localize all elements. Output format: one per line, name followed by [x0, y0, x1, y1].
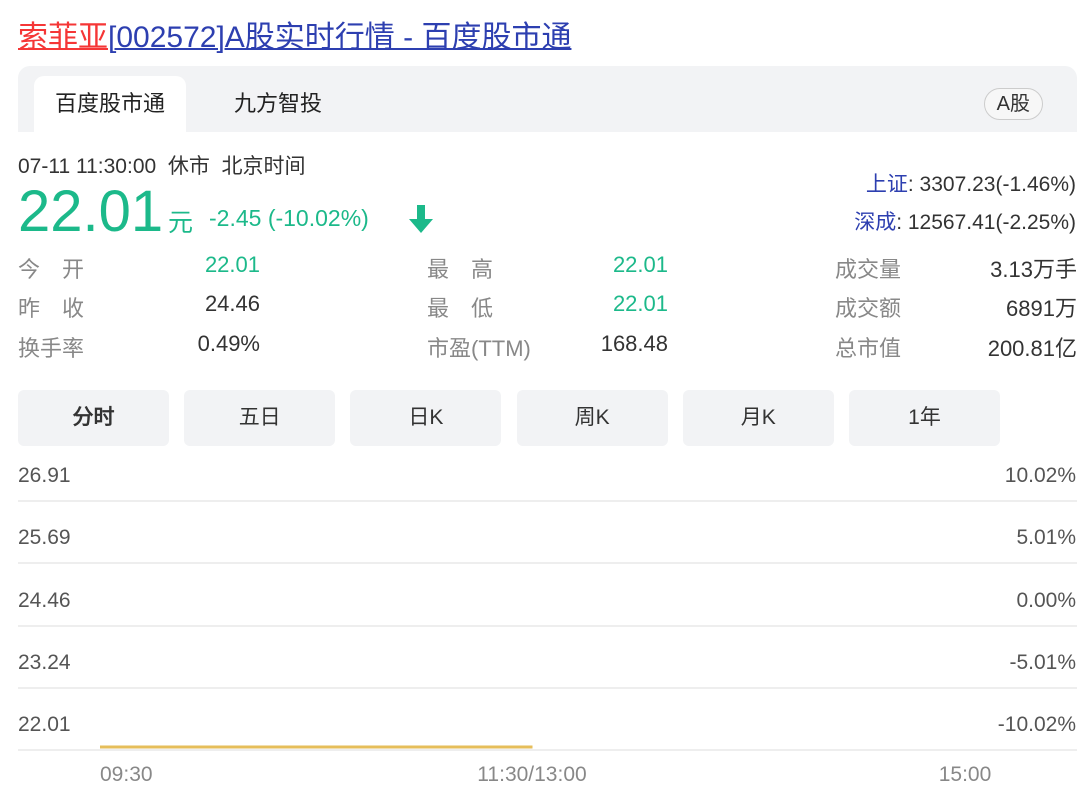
- y-axis-label-left: 23.24: [18, 651, 71, 674]
- y-axis-label-left: 24.46: [18, 589, 71, 612]
- index-value: : 12567.41(-2.25%): [896, 211, 1076, 234]
- period-tab[interactable]: 五日: [184, 390, 336, 446]
- x-axis-label: 15:00: [938, 763, 992, 786]
- x-axis-label: 09:30: [100, 763, 153, 786]
- period-tab[interactable]: 1年: [849, 390, 1000, 446]
- y-axis-label-left: 26.91: [18, 464, 71, 487]
- title-link[interactable]: [002572]A股实时行情 - 百度股市通: [108, 21, 571, 54]
- y-axis-label-left: 22.01: [18, 713, 71, 736]
- y-axis-label-right: 5.01%: [1016, 526, 1076, 549]
- period-tab[interactable]: 分时: [18, 390, 169, 446]
- price-change: -2.45 (-10.02%): [209, 205, 369, 231]
- y-axis-label-right: -10.02%: [997, 713, 1076, 736]
- y-axis-label-right: 10.02%: [1004, 464, 1076, 487]
- price-unit: 元: [168, 209, 194, 237]
- index-name: 上证: [865, 173, 908, 196]
- stock-name-link[interactable]: 索菲亚: [18, 21, 108, 54]
- stat-value: 22.01: [612, 291, 668, 316]
- tab-jiufang[interactable]: 九方智投: [208, 76, 348, 132]
- y-axis-label-right: -5.01%: [1009, 651, 1076, 674]
- index-name: 深成: [854, 211, 897, 234]
- grid-line: [18, 562, 1077, 564]
- grid-line: [18, 749, 1077, 751]
- stat-value: 22.01: [612, 252, 668, 277]
- stat-label: 成交额: [835, 296, 902, 321]
- period-tab[interactable]: 日K: [350, 390, 502, 446]
- grid-line: [18, 500, 1077, 502]
- index-value: : 3307.23(-1.46%): [907, 173, 1076, 196]
- page-title[interactable]: 索菲亚[002572]A股实时行情 - 百度股市通: [18, 12, 571, 56]
- y-axis-label-left: 25.69: [18, 526, 71, 549]
- stat-label: 成交量: [835, 257, 902, 282]
- market-badge[interactable]: A股: [983, 88, 1043, 120]
- period-tab[interactable]: 月K: [682, 390, 834, 446]
- current-price: 22.01: [18, 179, 164, 244]
- stat-label: 总市值: [835, 336, 902, 361]
- source-tab-bar: 百度股市通 九方智投 A股: [18, 66, 1077, 132]
- stat-label: 最 高: [427, 257, 494, 282]
- arrow-down-icon: [409, 205, 433, 233]
- stat-value: 24.46: [204, 291, 260, 316]
- stat-value: 200.81亿: [987, 336, 1077, 361]
- stat-label: 今 开: [18, 257, 85, 282]
- tab-baidu[interactable]: 百度股市通: [34, 76, 186, 132]
- stat-label: 昨 收: [18, 296, 85, 321]
- timestamp-status: 07-11 11:30:00 休市 北京时间: [18, 155, 306, 178]
- stat-value: 6891万: [1006, 296, 1077, 321]
- stat-value: 3.13万手: [990, 257, 1077, 282]
- y-axis-label-right: 0.00%: [1016, 589, 1076, 612]
- stat-value: 0.49%: [197, 331, 260, 356]
- stat-label: 换手率: [18, 336, 85, 361]
- stat-label: 最 低: [427, 296, 494, 321]
- index-shenzhen[interactable]: 深成: 12567.41(-2.25%): [854, 206, 1076, 236]
- index-shanghai[interactable]: 上证: 3307.23(-1.46%): [866, 168, 1076, 198]
- stat-value: 22.01: [204, 252, 260, 277]
- grid-line: [18, 625, 1077, 627]
- x-axis-label: 11:30/13:00: [477, 763, 587, 786]
- period-tab[interactable]: 周K: [516, 390, 668, 446]
- stat-label: 市盈(TTM): [427, 336, 531, 361]
- stat-value: 168.48: [600, 331, 668, 356]
- grid-line: [18, 687, 1077, 689]
